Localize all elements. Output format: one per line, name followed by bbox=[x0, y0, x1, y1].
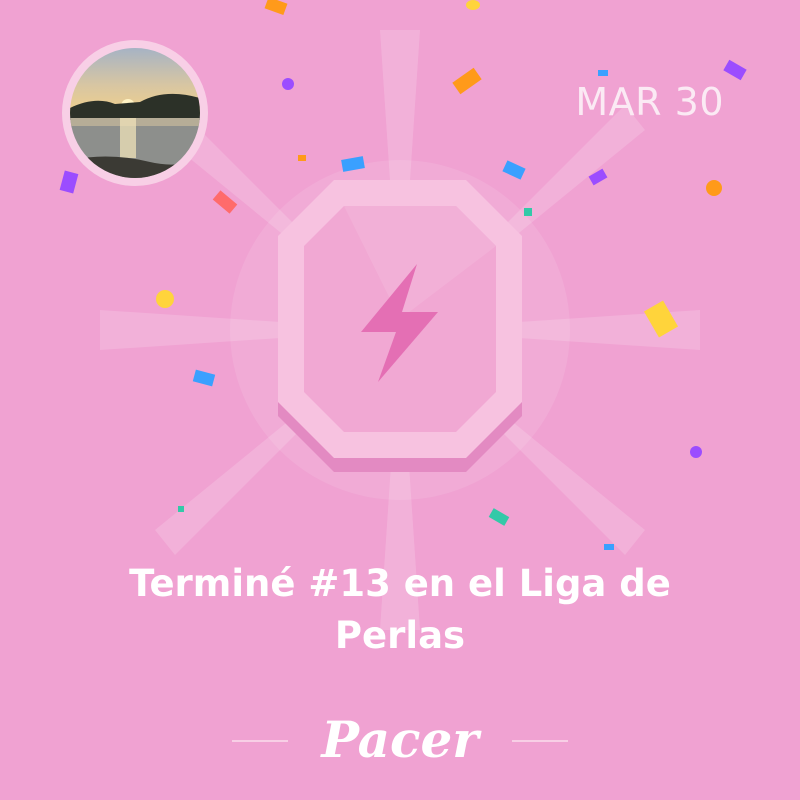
confetti-piece bbox=[706, 180, 722, 196]
confetti-piece bbox=[466, 0, 480, 10]
divider-left bbox=[232, 740, 288, 742]
headline-line-2: Perlas bbox=[334, 614, 466, 657]
date-label: MAR 30 bbox=[575, 80, 724, 124]
headline-line-1: Terminé #13 en el Liga de bbox=[129, 562, 671, 605]
avatar bbox=[62, 40, 208, 186]
divider-right bbox=[512, 740, 568, 742]
confetti-piece bbox=[690, 446, 702, 458]
league-badge bbox=[278, 180, 522, 472]
avatar-photo bbox=[70, 48, 200, 178]
footer-branding: Pacer bbox=[0, 700, 800, 780]
confetti-piece bbox=[298, 155, 306, 161]
confetti-piece bbox=[598, 70, 608, 76]
confetti-piece bbox=[282, 78, 294, 90]
confetti-piece bbox=[178, 506, 184, 512]
confetti-piece bbox=[156, 290, 174, 308]
achievement-headline: Terminé #13 en el Liga de Perlas bbox=[60, 558, 740, 662]
share-card: MAR 30 Terminé #13 en el Liga de Perlas … bbox=[0, 0, 800, 800]
confetti-piece bbox=[604, 544, 614, 550]
pacer-logo: Pacer bbox=[321, 710, 479, 769]
